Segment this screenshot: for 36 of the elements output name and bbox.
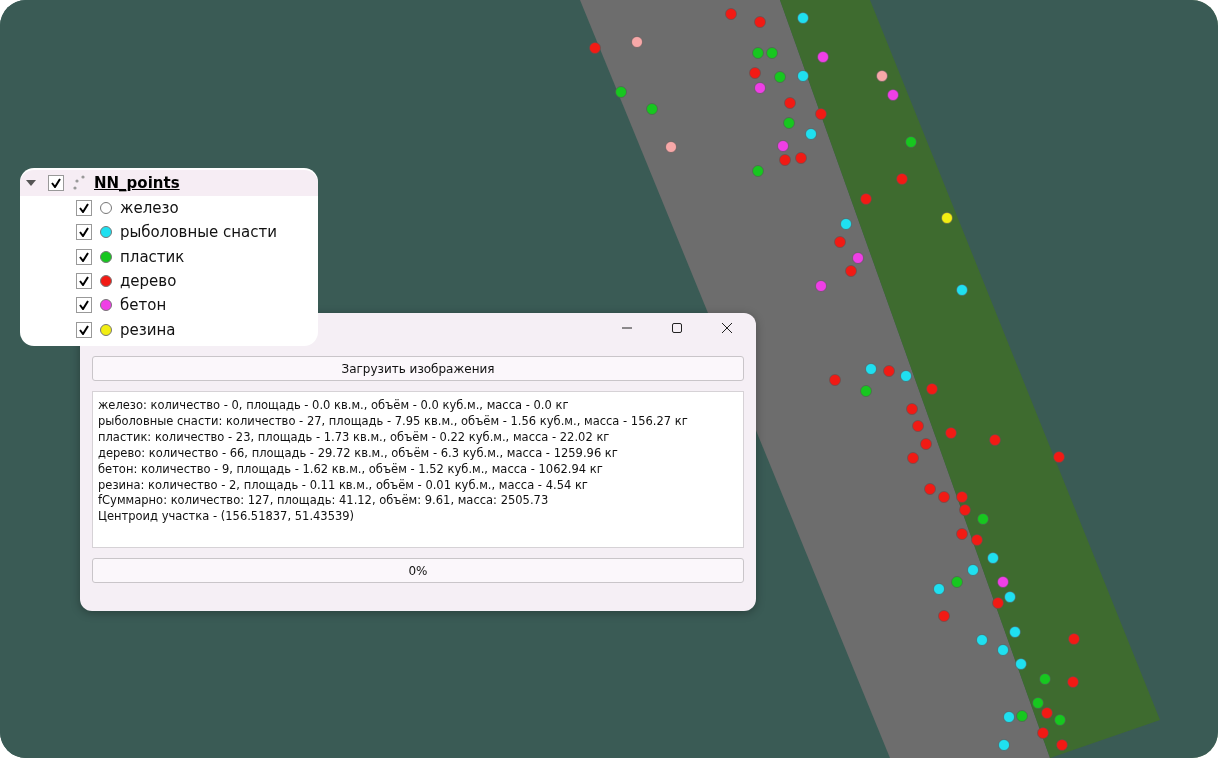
checkmark-icon [79,227,89,238]
layer-checkbox[interactable] [48,175,64,191]
category-checkbox[interactable] [76,224,92,241]
category-label: рыболовные снасти [120,223,278,242]
results-text-area[interactable] [92,391,744,548]
checkmark-icon [79,324,89,335]
result-line: Центроид участка - (156.51837, 51.43539) [98,509,356,526]
close-icon [722,323,732,333]
result-line: дерево: количество - 66, площадь - 29.72 кв.м., объём - 6.3 куб.м., масса - 1259.96 кг [98,445,619,462]
category-label: резина [120,320,176,339]
load-images-button[interactable]: Загрузить изображения [92,356,744,381]
category-label: пластик [120,247,185,266]
category-checkbox[interactable] [76,273,92,290]
checkmark-icon [79,251,89,262]
result-line: бетон: количество - 9, площадь - 1.62 кв.м., объём - 1.52 куб.м., масса - 1062.94 кг [98,461,604,478]
result-line: fСуммарно: количество: 127, площадь: 41.12, объём: 9.61, масса: 2505.73 [98,493,550,510]
result-line: рыболовные снасти: количество - 27, площадь - 7.95 кв.м., объём - 1.56 куб.м., масса - 156.27 кг [98,413,689,430]
category-checkbox[interactable] [76,248,92,265]
category-checkbox[interactable] [76,297,92,314]
point-layer-icon [72,175,86,191]
category-label: железо [120,199,179,218]
category-checkbox[interactable] [76,321,92,338]
result-line: резина: количество - 2, площадь - 0.11 кв.м., объём - 0.01 куб.м., масса - 4.54 кг [98,477,589,494]
checkmark-icon [79,203,89,214]
collapse-arrow-icon[interactable] [26,179,36,187]
category-checkbox[interactable] [76,200,92,217]
checkmark-icon [79,300,89,311]
checkmark-icon [51,178,61,188]
category-label: дерево [120,272,177,291]
category-label: бетон [120,296,167,315]
maximize-icon [672,323,682,333]
result-line: пластик: количество - 23, площадь - 1.73 кв.м., объём - 0.22 куб.м., масса - 22.02 кг [98,429,611,446]
checkmark-icon [79,276,89,287]
result-line: железо: количество - 0, площадь - 0.0 кв.м., объём - 0.0 куб.м., масса - 0.0 кг [98,398,570,414]
layer-name: NN_points [94,174,180,192]
progress-reading: 0% [408,563,428,578]
